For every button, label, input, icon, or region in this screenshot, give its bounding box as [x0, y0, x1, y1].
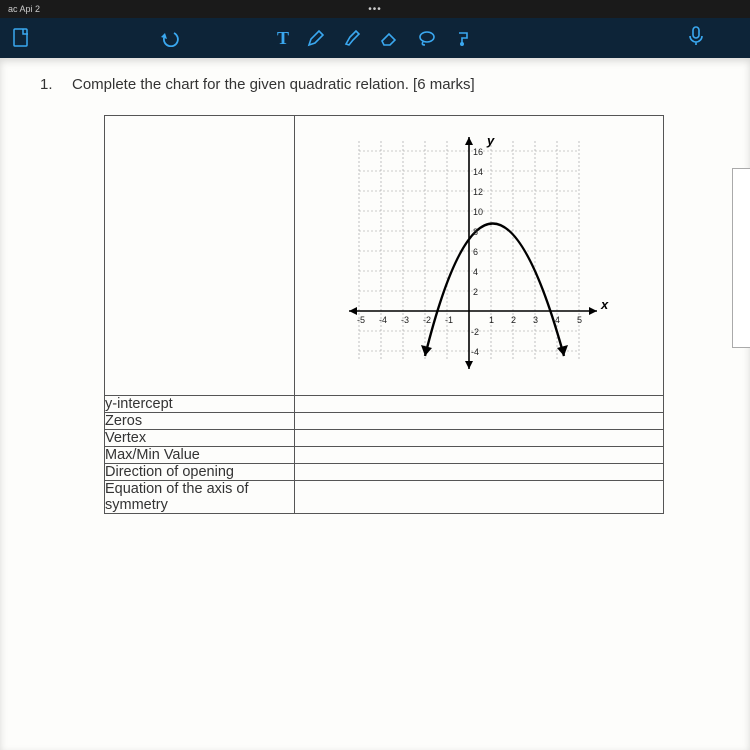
table-row: Vertex — [105, 430, 664, 447]
worksheet-table: 1614 1210 86 42 -2-4 -5-4 -3-2 -1 12 34 … — [104, 115, 664, 514]
svg-text:10: 10 — [473, 207, 483, 217]
text-tool-icon[interactable]: T — [277, 28, 289, 49]
table-row: Zeros — [105, 413, 664, 430]
svg-text:2: 2 — [511, 315, 516, 325]
svg-text:-2: -2 — [471, 327, 479, 337]
side-panel-edge — [732, 168, 750, 348]
document-page: 1. Complete the chart for the given quad… — [0, 58, 750, 750]
graph-cell: 1614 1210 86 42 -2-4 -5-4 -3-2 -1 12 34 … — [295, 116, 664, 396]
row-answer[interactable] — [295, 430, 664, 447]
graph-row-label — [105, 116, 295, 396]
svg-text:2: 2 — [473, 287, 478, 297]
svg-text:1: 1 — [489, 315, 494, 325]
svg-text:4: 4 — [473, 267, 478, 277]
svg-text:-1: -1 — [445, 315, 453, 325]
status-date: ac Api 2 — [8, 4, 40, 14]
question-number: 1. — [40, 76, 58, 93]
status-dots-icon: ••• — [368, 4, 382, 15]
y-axis-label: y — [486, 133, 495, 148]
svg-text:3: 3 — [533, 315, 538, 325]
row-label: Equation of the axis of symmetry — [105, 481, 295, 514]
paint-icon[interactable] — [455, 29, 473, 47]
svg-text:6: 6 — [473, 247, 478, 257]
row-label: Vertex — [105, 430, 295, 447]
quadratic-graph: 1614 1210 86 42 -2-4 -5-4 -3-2 -1 12 34 … — [339, 131, 619, 381]
svg-text:-2: -2 — [423, 315, 431, 325]
question-text: 1. Complete the chart for the given quad… — [40, 76, 730, 93]
row-label: Zeros — [105, 413, 295, 430]
app-toolbar: T — [0, 18, 750, 58]
mic-icon[interactable] — [688, 26, 704, 46]
graph-row: 1614 1210 86 42 -2-4 -5-4 -3-2 -1 12 34 … — [105, 116, 664, 396]
svg-text:8: 8 — [473, 227, 478, 237]
row-label: Direction of opening — [105, 464, 295, 481]
svg-text:12: 12 — [473, 187, 483, 197]
row-answer[interactable] — [295, 481, 664, 514]
svg-text:-3: -3 — [401, 315, 409, 325]
svg-text:14: 14 — [473, 167, 483, 177]
svg-text:-5: -5 — [357, 315, 365, 325]
svg-text:-4: -4 — [471, 347, 479, 357]
svg-text:4: 4 — [555, 315, 560, 325]
row-answer[interactable] — [295, 413, 664, 430]
x-axis-label: x — [600, 297, 609, 312]
eraser-icon[interactable] — [379, 29, 399, 47]
highlighter-icon[interactable] — [343, 29, 361, 47]
svg-text:16: 16 — [473, 147, 483, 157]
table-row: y-intercept — [105, 396, 664, 413]
svg-text:-4: -4 — [379, 315, 387, 325]
table-row: Direction of opening — [105, 464, 664, 481]
device-status-bar: ac Api 2 ••• — [0, 0, 750, 18]
question-body: Complete the chart for the given quadrat… — [72, 76, 475, 93]
row-label: y-intercept — [105, 396, 295, 413]
svg-text:5: 5 — [577, 315, 582, 325]
pen-icon[interactable] — [307, 29, 325, 47]
row-answer[interactable] — [295, 464, 664, 481]
file-icon[interactable] — [12, 28, 30, 48]
row-answer[interactable] — [295, 396, 664, 413]
undo-icon[interactable] — [160, 29, 182, 47]
table-row: Equation of the axis of symmetry — [105, 481, 664, 514]
row-label: Max/Min Value — [105, 447, 295, 464]
table-row: Max/Min Value — [105, 447, 664, 464]
row-answer[interactable] — [295, 447, 664, 464]
lasso-icon[interactable] — [417, 29, 437, 47]
